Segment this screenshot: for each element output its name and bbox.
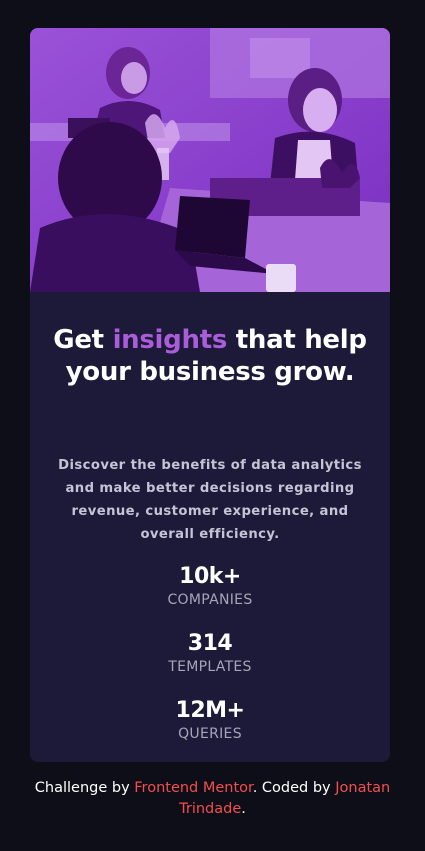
attribution-suffix: .	[241, 801, 246, 817]
frontend-mentor-link[interactable]: Frontend Mentor	[134, 780, 252, 796]
attribution-footer: Challenge by Frontend Mentor. Coded by J…	[12, 778, 413, 820]
headline: Get insights that help your business gro…	[50, 324, 370, 388]
headline-text-start: Get	[53, 325, 113, 355]
headline-accent-word: insights	[112, 325, 228, 355]
stat-label: QUERIES	[178, 726, 242, 742]
stat-value: 10k+	[179, 564, 241, 589]
stat-value: 314	[187, 631, 233, 656]
stats-preview-card: Get insights that help your business gro…	[30, 28, 390, 762]
hero-image	[30, 28, 390, 292]
stat-companies: 10k+ COMPANIES	[30, 564, 390, 609]
stat-value: 12M+	[175, 698, 245, 723]
stat-templates: 314 TEMPLATES	[30, 631, 390, 676]
page: Get insights that help your business gro…	[0, 0, 425, 851]
stat-label: TEMPLATES	[168, 659, 252, 675]
stat-queries: 12M+ QUERIES	[30, 698, 390, 743]
description: Discover the benefits of data analytics …	[58, 458, 362, 542]
stat-label: COMPANIES	[167, 592, 253, 608]
attribution-middle: . Coded by	[252, 780, 336, 796]
attribution-prefix: Challenge by	[34, 780, 135, 796]
